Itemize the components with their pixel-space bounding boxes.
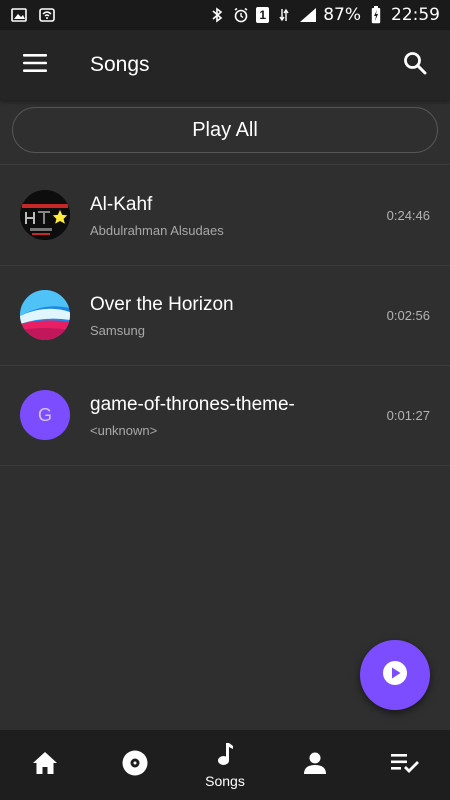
gallery-notification-icon bbox=[10, 7, 28, 23]
nav-albums[interactable] bbox=[90, 730, 180, 800]
search-icon bbox=[403, 51, 427, 80]
song-duration: 0:01:27 bbox=[386, 407, 430, 423]
person-icon bbox=[303, 751, 327, 780]
data-transfer-icon bbox=[275, 7, 293, 23]
song-duration: 0:02:56 bbox=[386, 307, 430, 323]
song-row[interactable]: G game-of-thrones-theme- <unknown> 0:01:… bbox=[0, 365, 450, 465]
playlist-check-icon bbox=[391, 752, 419, 779]
wifi-notification-icon bbox=[38, 7, 56, 23]
song-row[interactable]: Al-Kahf Abdulrahman Alsudaes 0:24:46 bbox=[0, 165, 450, 265]
song-title: Over the Horizon bbox=[90, 293, 234, 315]
nav-playlists[interactable] bbox=[360, 730, 450, 800]
play-fab-button[interactable] bbox=[360, 640, 430, 710]
song-duration: 0:24:46 bbox=[386, 207, 430, 223]
status-bar: 1 87% 22:59 bbox=[0, 0, 450, 30]
nav-songs-label: Songs bbox=[205, 772, 245, 789]
song-row[interactable]: Over the Horizon Samsung 0:02:56 bbox=[0, 265, 450, 365]
battery-charging-icon bbox=[367, 6, 385, 24]
battery-percentage: 87% bbox=[323, 5, 361, 25]
app-bar: Songs bbox=[0, 30, 450, 100]
play-icon bbox=[381, 659, 409, 692]
song-artist: Abdulrahman Alsudaes bbox=[90, 222, 224, 238]
clock: 22:59 bbox=[391, 5, 440, 25]
song-artist: <unknown> bbox=[90, 422, 158, 438]
album-art bbox=[20, 290, 70, 340]
sim-badge: 1 bbox=[256, 7, 270, 23]
home-icon bbox=[32, 751, 58, 780]
avatar-letter: G bbox=[37, 404, 52, 425]
page-title: Songs bbox=[90, 53, 150, 76]
music-note-icon bbox=[216, 742, 234, 771]
nav-artists[interactable] bbox=[270, 730, 360, 800]
song-artist: Samsung bbox=[90, 322, 145, 338]
play-all-button[interactable]: Play All bbox=[12, 107, 438, 153]
nav-home[interactable] bbox=[0, 730, 90, 800]
song-title: game-of-thrones-theme- bbox=[90, 393, 295, 415]
search-button[interactable] bbox=[380, 30, 450, 100]
letter-avatar: G bbox=[20, 390, 70, 440]
divider bbox=[0, 465, 450, 466]
bottom-navigation: Songs bbox=[0, 730, 450, 800]
album-art bbox=[20, 190, 70, 240]
menu-button[interactable] bbox=[0, 30, 70, 100]
album-icon bbox=[122, 750, 148, 781]
nav-songs[interactable]: Songs bbox=[180, 730, 270, 800]
bluetooth-icon bbox=[208, 7, 226, 23]
signal-icon bbox=[299, 7, 317, 23]
alarm-icon bbox=[232, 7, 250, 23]
song-title: Al-Kahf bbox=[90, 193, 153, 215]
hamburger-menu-icon bbox=[23, 53, 47, 77]
